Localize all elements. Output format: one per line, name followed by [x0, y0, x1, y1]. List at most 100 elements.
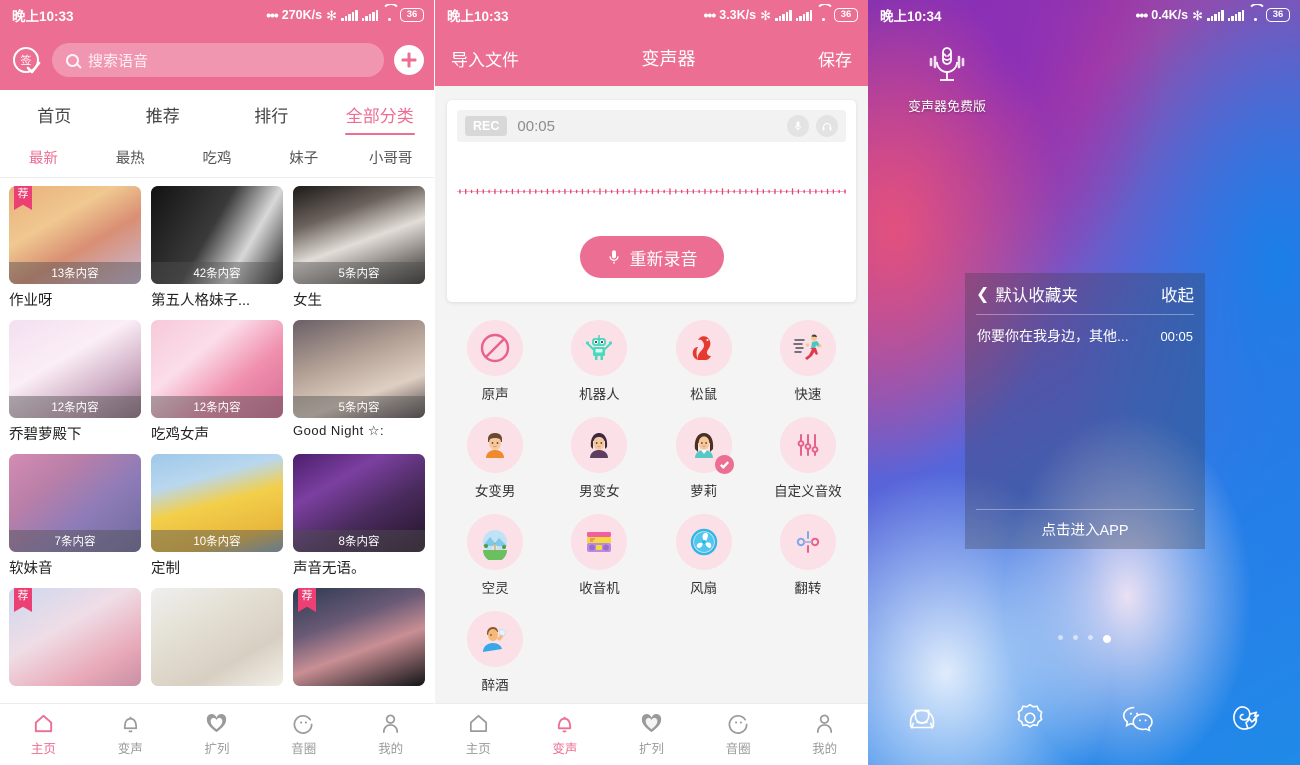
bottom-nav-panel2: 主页 变声 扩列 音圈 我的 — [435, 703, 868, 765]
widget-list-item[interactable]: 你要你在我身边，其他... 00:05 — [976, 315, 1194, 346]
category-card[interactable]: 7条内容 软妹音 — [9, 454, 141, 578]
drinking-person-icon — [467, 611, 524, 667]
tab-quanbufenlei[interactable]: 全部分类 — [326, 90, 435, 138]
import-file-button[interactable]: 导入文件 — [451, 46, 519, 71]
circle-refresh-icon — [728, 714, 748, 734]
status-icons: ••• 270K/s ✻ 36 — [266, 7, 424, 23]
card-thumbnail: 5条内容 — [293, 186, 425, 284]
subtab-meizi[interactable]: 妹子 — [260, 138, 347, 177]
male-face-icon — [467, 417, 524, 473]
nav-item-home[interactable]: 主页 — [0, 712, 87, 757]
effect-item-nvbiannan[interactable]: 女变男 — [443, 417, 547, 500]
page-dot-active[interactable] — [1102, 635, 1111, 643]
card-title: 软妹音 — [9, 561, 53, 577]
page-dot[interactable] — [1057, 635, 1063, 640]
add-button[interactable] — [394, 45, 424, 75]
category-card[interactable]: 5条内容 Good Night ☆: — [293, 320, 425, 444]
category-card[interactable]: 5条内容 女生 — [293, 186, 425, 310]
app-shortcut-voice-changer[interactable]: 变声器免费版 — [908, 42, 986, 115]
microphone-icon[interactable] — [787, 115, 809, 137]
card-title: 乔碧萝殿下 — [9, 427, 82, 443]
collapse-button[interactable]: 收起 — [1161, 282, 1194, 306]
dock-item-settings[interactable] — [976, 699, 1084, 737]
effect-item-fengshan[interactable]: 风扇 — [652, 514, 756, 597]
nav-item-home[interactable]: 主页 — [435, 712, 522, 757]
girl-face-icon — [675, 417, 734, 474]
person-icon — [817, 714, 833, 733]
card-count: 12条内容 — [9, 396, 141, 418]
effect-label: 原声 — [481, 387, 509, 402]
effect-item-zidingyiyinxiao[interactable]: 自定义音效 — [756, 417, 860, 500]
signal-bars-1-icon — [341, 9, 358, 21]
effect-item-shouyinji[interactable]: 收音机 — [547, 514, 651, 597]
nav-item-mine[interactable]: 我的 — [347, 712, 434, 757]
effect-item-luoli[interactable]: 萝莉 — [652, 417, 756, 500]
panel-voice-changer: 晚上10:33 ••• 3.3K/s ✻ 36 导入文件 变声器 保存 REC … — [434, 0, 868, 765]
category-card[interactable]: 荐 — [9, 588, 141, 686]
page-title: 变声器 — [641, 49, 696, 69]
card-title: 吃鸡女声 — [151, 427, 209, 443]
effect-label: 男变女 — [579, 484, 620, 499]
search-input[interactable]: 搜索语音 — [52, 43, 384, 77]
effect-item-jiqiren[interactable]: 机器人 — [547, 320, 651, 403]
selected-check-icon — [714, 455, 734, 474]
nav-item-soundcircle[interactable]: 音圈 — [695, 712, 782, 757]
effect-item-kongling[interactable]: 空灵 — [443, 514, 547, 597]
subtab-zuire[interactable]: 最热 — [87, 138, 174, 177]
card-count: 5条内容 — [293, 262, 425, 284]
category-card[interactable]: 12条内容 乔碧萝殿下 — [9, 320, 141, 444]
app-shortcut-label: 变声器免费版 — [908, 99, 987, 114]
category-card[interactable]: 荐 — [293, 588, 425, 686]
signal-bars-1-icon — [775, 9, 792, 21]
subtab-chiji[interactable]: 吃鸡 — [174, 138, 261, 177]
effect-item-yuansheng[interactable]: 原声 — [443, 320, 547, 403]
effect-item-zuijiu[interactable]: 醉酒 — [443, 611, 547, 694]
home-icon — [469, 714, 487, 733]
page-dot[interactable] — [1072, 635, 1078, 640]
category-card[interactable]: 42条内容 第五人格妹子... — [151, 186, 283, 310]
dock-item-wechat[interactable] — [1084, 699, 1192, 737]
effect-item-kuaisu[interactable]: 快速 — [756, 320, 860, 403]
bluetooth-icon: ✻ — [1192, 7, 1203, 23]
recommend-badge: 荐 — [14, 588, 32, 612]
rerecord-button[interactable]: 重新录音 — [579, 236, 724, 278]
chevron-left-icon[interactable]: ❮ — [976, 284, 989, 304]
search-placeholder: 搜索语音 — [88, 52, 149, 70]
tab-tuijian[interactable]: 推荐 — [109, 90, 218, 138]
uc-browser-icon — [1233, 706, 1260, 730]
nav-item-expand[interactable]: 扩列 — [174, 712, 261, 757]
category-card[interactable]: 12条内容 吃鸡女声 — [151, 320, 283, 444]
save-button[interactable]: 保存 — [818, 46, 852, 71]
nav-item-expand[interactable]: 扩列 — [608, 712, 695, 757]
effect-item-nanbiannv[interactable]: 男变女 — [547, 417, 651, 500]
dock-item-uc-browser[interactable] — [1192, 699, 1300, 737]
nav-item-mine[interactable]: 我的 — [781, 712, 868, 757]
sign-in-icon[interactable]: 签 — [10, 44, 42, 76]
subtab-xiaogege[interactable]: 小哥哥 — [347, 138, 434, 177]
category-card[interactable]: 8条内容 声音无语。 — [293, 454, 425, 578]
nav-label: 扩列 — [638, 742, 664, 756]
circle-refresh-icon — [293, 714, 313, 734]
nav-item-voice[interactable]: 变声 — [522, 712, 609, 757]
category-card[interactable]: 10条内容 定制 — [151, 454, 283, 578]
nav-item-soundcircle[interactable]: 音圈 — [260, 712, 347, 757]
category-card[interactable] — [151, 588, 283, 686]
nav-label: 音圈 — [291, 742, 317, 756]
category-card[interactable]: 荐 13条内容 作业呀 — [9, 186, 141, 310]
enter-app-button[interactable]: 点击进入APP — [976, 509, 1194, 549]
dock-item-camera[interactable] — [868, 699, 976, 737]
nav-item-voice[interactable]: 变声 — [87, 712, 174, 757]
tab-shouye[interactable]: 首页 — [0, 90, 109, 138]
tab-paihang[interactable]: 排行 — [217, 90, 326, 138]
subtab-zuixin[interactable]: 最新 — [0, 138, 87, 177]
page-dot[interactable] — [1087, 635, 1093, 640]
nav-label: 音圈 — [725, 742, 751, 756]
three-phone-screenshots: 晚上10:33 ••• 270K/s ✻ 36 签 搜索语音 首页 推荐 排行 … — [0, 0, 1300, 765]
network-speed: 3.3K/s — [719, 8, 757, 22]
card-thumbnail: 荐 — [293, 588, 425, 686]
headphone-icon[interactable] — [816, 115, 838, 137]
effect-item-songshu[interactable]: 松鼠 — [652, 320, 756, 403]
mountain-tent-icon — [467, 514, 524, 570]
effect-item-fanzhuan[interactable]: 翻转 — [756, 514, 860, 597]
card-thumbnail: 7条内容 — [9, 454, 141, 552]
